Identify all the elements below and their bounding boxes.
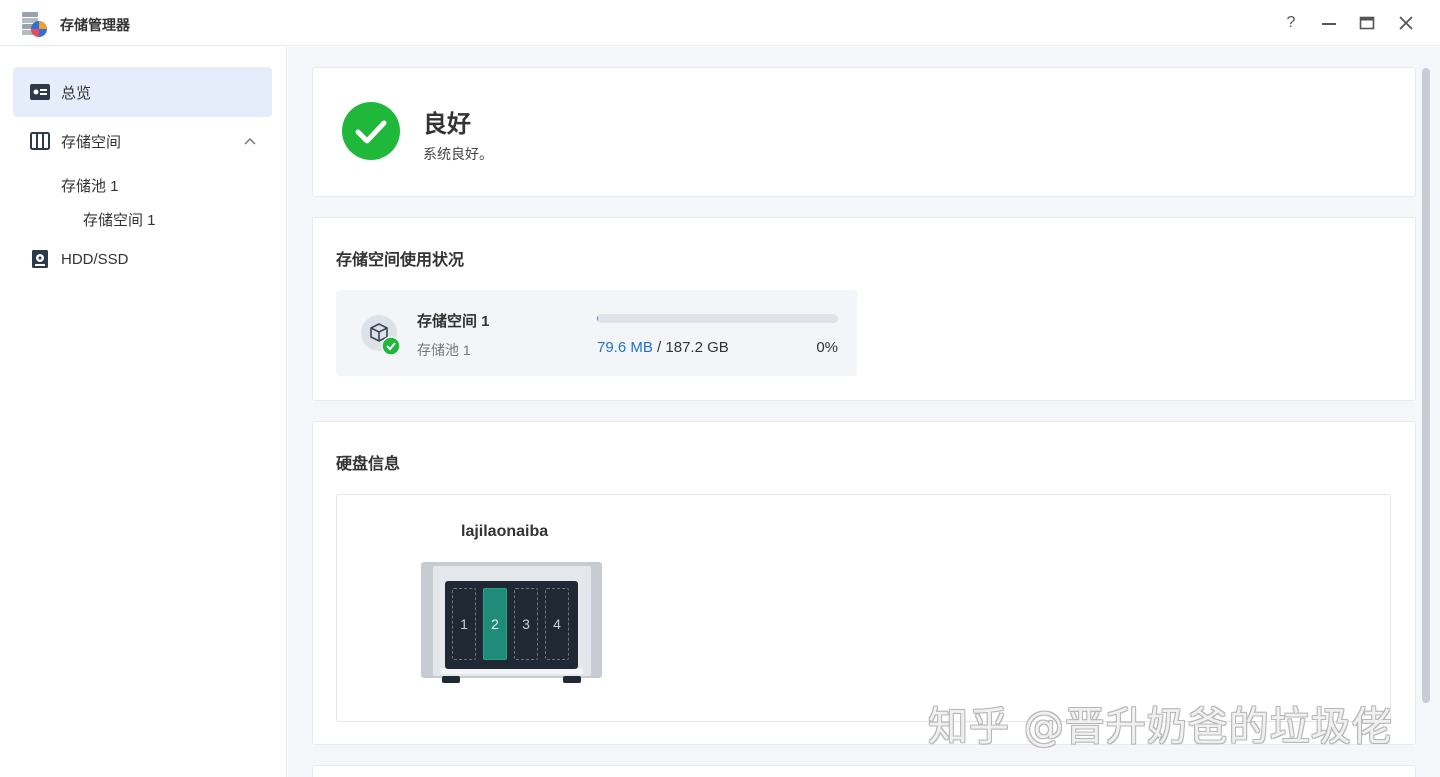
nas-device-name: lajilaonaiba xyxy=(461,523,549,540)
volume-size: 79.6 MB / 187.2 GB xyxy=(597,339,729,356)
bay-label: 2 xyxy=(491,616,499,632)
chevron-up-icon[interactable] xyxy=(243,133,257,150)
usage-progress-bar xyxy=(597,314,838,323)
usage-progress-fill xyxy=(597,314,598,323)
volume-name: 存储空间 1 xyxy=(417,313,490,330)
sidebar: 总览 存储空间 存储池 1 存储空间 1 HDD/SSD xyxy=(0,47,287,777)
total-capacity: 187.2 GB xyxy=(665,339,729,356)
sidebar-item-label: 存储空间 xyxy=(61,133,122,151)
drive-bay-3[interactable]: 3 xyxy=(514,588,538,660)
check-circle-icon xyxy=(341,101,401,166)
maximize-button[interactable] xyxy=(1356,12,1378,34)
next-card xyxy=(312,765,1416,777)
bay-label: 1 xyxy=(460,616,468,632)
drive-bay-1[interactable]: 1 xyxy=(452,588,476,660)
volume-pool: 存储池 1 xyxy=(417,342,471,358)
sidebar-item-hdd-ssd[interactable]: HDD/SSD xyxy=(13,237,272,281)
vertical-scrollbar[interactable] xyxy=(1422,68,1430,703)
drive-bay-2[interactable]: 2 xyxy=(483,588,507,660)
volume-usage-item[interactable]: 存储空间 1 存储池 1 79.6 MB / 187.2 GB 0% xyxy=(336,290,857,376)
system-status-card: 良好 系统良好。 xyxy=(312,67,1416,197)
status-title: 良好 xyxy=(423,111,471,138)
used-capacity: 79.6 MB xyxy=(597,339,653,356)
minimize-button[interactable] xyxy=(1318,12,1340,34)
sidebar-item-label: 总览 xyxy=(61,84,92,102)
minimize-icon xyxy=(1322,23,1336,25)
sidebar-item-overview[interactable]: 总览 xyxy=(13,67,272,117)
bay-label: 3 xyxy=(522,616,530,632)
close-button[interactable] xyxy=(1395,12,1417,34)
storage-manager-app-icon xyxy=(20,10,48,38)
sidebar-item-label: 存储池 1 xyxy=(61,177,119,195)
sidebar-item-storage[interactable]: 存储空间 xyxy=(13,119,272,163)
capacity-separator: / xyxy=(652,339,666,356)
storage-usage-card: 存储空间使用状况 存储空间 1 存储池 1 79.6 MB / 187.2 GB… xyxy=(312,217,1416,401)
sidebar-item-volume-1[interactable]: 存储空间 1 xyxy=(83,208,156,230)
maximize-icon xyxy=(1359,16,1375,30)
close-icon xyxy=(1399,16,1413,30)
overview-icon xyxy=(29,81,51,103)
watermark-text: 知乎 @晋升奶爸的垃圾佬 xyxy=(928,704,1393,750)
storage-icon xyxy=(29,130,51,152)
sidebar-item-label: 存储空间 1 xyxy=(83,211,156,229)
sidebar-item-pool-1[interactable]: 存储池 1 xyxy=(61,174,119,196)
drive-bays: 1 2 3 4 xyxy=(452,588,572,662)
nas-device-panel: lajilaonaiba 1 2 3 4 xyxy=(336,494,1391,722)
sidebar-item-label: HDD/SSD xyxy=(61,250,129,268)
main-content: 良好 系统良好。 存储空间使用状况 存储空间 1 存储池 1 79.6 MB /… xyxy=(288,47,1440,777)
section-title: 硬盘信息 xyxy=(336,456,401,473)
help-icon: ? xyxy=(1286,14,1296,31)
title-bar: 存储管理器 ? xyxy=(0,0,1440,46)
section-title: 存储空间使用状况 xyxy=(336,252,465,269)
bay-label: 4 xyxy=(553,616,561,632)
nas-chassis[interactable]: 1 2 3 4 xyxy=(421,562,603,689)
volume-cube-icon xyxy=(360,315,402,362)
hdd-icon xyxy=(29,248,51,270)
usage-percent: 0% xyxy=(816,339,838,356)
window-title: 存储管理器 xyxy=(60,17,130,33)
drive-bay-4[interactable]: 4 xyxy=(545,588,569,660)
status-subtitle: 系统良好。 xyxy=(423,146,493,162)
help-button[interactable]: ? xyxy=(1280,12,1302,34)
